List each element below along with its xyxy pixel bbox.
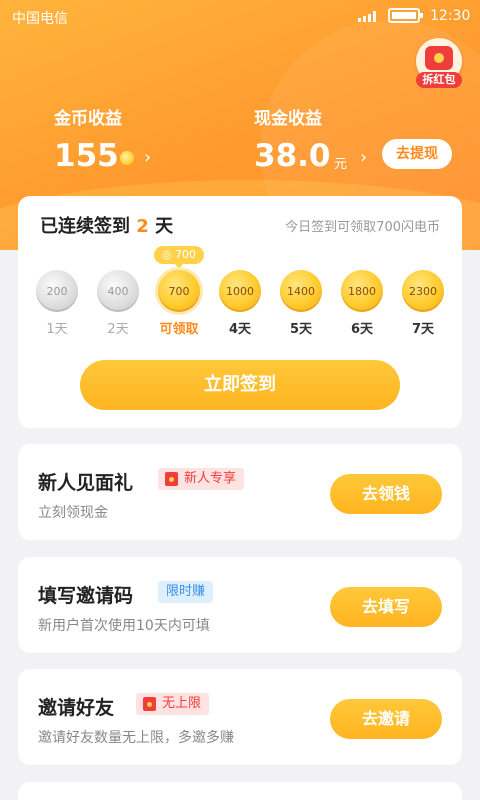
signin-day-label: 5天 [289, 322, 313, 337]
signin-day-label: 4天 [228, 322, 252, 337]
signal-icon [358, 11, 376, 22]
signin-day-5: 1400 5天 [276, 270, 326, 337]
coin-earnings-label: 金币收益 [54, 109, 122, 129]
task-title: 填写邀请码 [38, 585, 134, 607]
signin-day-label: 1天 [46, 322, 68, 337]
cash-unit: 元 [334, 157, 348, 172]
battery-icon [388, 8, 423, 23]
signin-card: 已连续签到 2 天 今日签到可领取700闪电币 ◎ 700 200 1天 400… [18, 196, 462, 428]
coin-icon: ◎ [161, 248, 172, 261]
coin-icon: 2300 [402, 270, 444, 312]
coin-icon: 1400 [280, 270, 322, 312]
task-card-newcomer: 新人见面礼 新人专享 立刻领现金 去领钱 [18, 444, 462, 540]
signin-day-7: 2300 7天 [398, 270, 448, 337]
coin-icon: 200 [36, 270, 78, 312]
status-bar: 中国电信 12:30 [0, 0, 480, 32]
withdraw-button[interactable]: 去提现 [382, 139, 452, 169]
signin-day-label: 6天 [350, 322, 374, 337]
task-tag-label: 限时赚 [166, 584, 206, 599]
coin-icon: 1800 [341, 270, 383, 312]
signin-streak-days: 2 [136, 216, 149, 237]
task-title: 邀请好友 [38, 697, 115, 719]
today-reward-badge: ◎ 700 [154, 246, 204, 269]
task-card-invite-code: 填写邀请码 限时赚 新用户首次使用10天内可填 去填写 [18, 557, 462, 653]
task-desc: 立刻领现金 [38, 505, 108, 521]
signin-day-6: 1800 6天 [337, 270, 387, 337]
signin-title-suffix: 天 [155, 216, 174, 237]
task-title: 新人见面礼 [38, 472, 134, 494]
chevron-right-icon[interactable]: › [144, 147, 151, 168]
task-desc: 邀请好友数量无上限，多邀多赚 [38, 730, 234, 746]
task-tag: 无上限 [136, 693, 210, 715]
claim-cash-button[interactable]: 去领钱 [330, 474, 442, 514]
red-envelope-icon [425, 46, 453, 70]
task-tag-label: 无上限 [162, 696, 202, 711]
signin-day-label: 可领取 [159, 322, 199, 337]
invite-button[interactable]: 去邀请 [330, 699, 442, 739]
signin-day-3[interactable]: 700 可领取 [154, 270, 204, 337]
clock: 12:30 [430, 8, 471, 24]
signin-day-1: 200 1天 [32, 270, 82, 337]
cash-earnings-label: 现金收益 [254, 109, 322, 129]
coin-earnings-value[interactable]: 155 [54, 138, 119, 174]
signin-title-prefix: 已连续签到 [40, 216, 130, 237]
red-packet-label[interactable]: 拆红包 [416, 72, 462, 88]
coin-icon [120, 151, 134, 165]
coin-icon[interactable]: 700 [158, 270, 200, 312]
signin-day-2: 400 2天 [93, 270, 143, 337]
signin-now-button[interactable]: 立即签到 [80, 360, 400, 410]
signin-day-label: 2天 [107, 322, 129, 337]
red-envelope-icon [143, 697, 156, 711]
task-card-next [18, 782, 462, 800]
task-card-invite-friends: 邀请好友 无上限 邀请好友数量无上限，多邀多赚 去邀请 [18, 669, 462, 765]
task-tag: 新人专享 [158, 468, 245, 490]
today-reward-value: 700 [175, 248, 197, 261]
carrier-name: 中国电信 [12, 11, 68, 27]
signin-day-label: 7天 [411, 322, 435, 337]
task-tag: 限时赚 [158, 581, 214, 603]
signin-streak-title: 已连续签到 2 天 [40, 212, 173, 238]
cash-earnings-value[interactable]: 38.0 [254, 138, 331, 174]
chevron-right-icon[interactable]: › [360, 147, 367, 168]
fill-code-button[interactable]: 去填写 [330, 587, 442, 627]
signin-day-4: 1000 4天 [215, 270, 265, 337]
red-envelope-icon [165, 472, 178, 486]
signin-hint: 今日签到可领取700闪电币 [285, 220, 440, 235]
task-tag-label: 新人专享 [184, 471, 237, 486]
task-desc: 新用户首次使用10天内可填 [38, 618, 210, 634]
coin-icon: 1000 [219, 270, 261, 312]
coin-icon: 400 [97, 270, 139, 312]
